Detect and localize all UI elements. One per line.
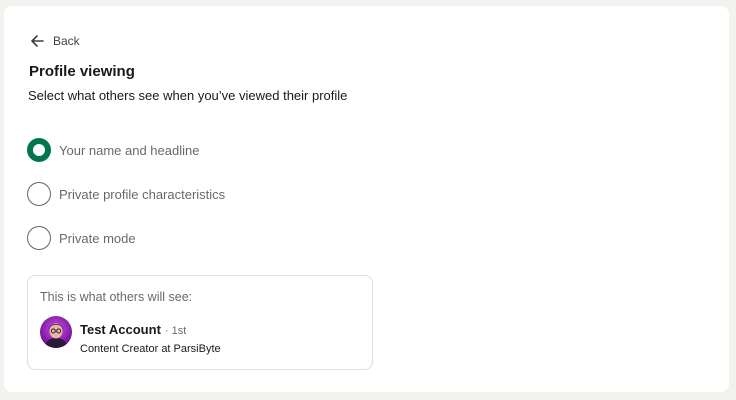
option-private-characteristics[interactable]: Private profile characteristics [27,182,225,206]
radio-unselected[interactable] [27,182,51,206]
preview-name-line: Test Account · 1st [80,322,186,337]
preview-heading: This is what others will see: [40,290,193,304]
option-private-mode[interactable]: Private mode [27,226,136,250]
option-label: Private mode [59,230,136,246]
back-button[interactable]: Back [29,33,80,49]
preview-card: This is what others will see: Test Accou… [27,275,373,370]
connection-degree: · 1st [164,325,187,337]
preview-headline: Content Creator at ParsiByte [80,343,221,355]
avatar [40,316,72,348]
option-label: Your name and headline [59,142,200,158]
radio-selected[interactable] [27,138,51,162]
arrow-left-icon [29,33,45,49]
radio-unselected[interactable] [27,226,51,250]
page-title: Profile viewing [29,63,135,80]
page-subtitle: Select what others see when you’ve viewe… [28,88,348,103]
option-label: Private profile characteristics [59,186,226,202]
back-label: Back [53,34,80,48]
option-name-and-headline[interactable]: Your name and headline [27,138,199,162]
preview-name: Test Account [80,322,161,337]
settings-card: Back Profile viewing Select what others … [4,6,729,392]
